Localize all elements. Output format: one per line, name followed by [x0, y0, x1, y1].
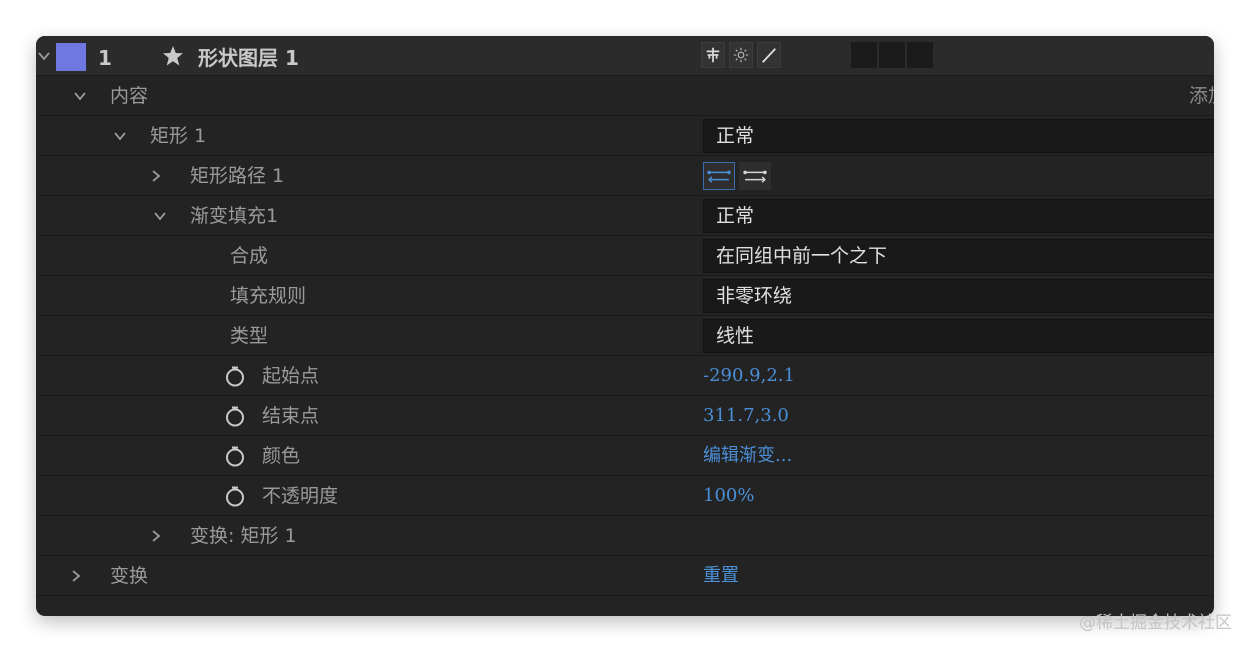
path-direction-reverse-icon[interactable]: [703, 162, 735, 190]
fill-rule-label: 填充规则: [230, 285, 307, 307]
fill-rule-row: 填充规则 非零环绕: [36, 276, 1214, 316]
contents-row[interactable]: 内容 添加: [36, 76, 1214, 116]
layer-row[interactable]: 1 形状图层 1: [36, 36, 1214, 76]
color-label: 颜色: [262, 445, 301, 467]
chevron-right-icon[interactable]: [148, 156, 164, 196]
transform-rect-label: 变换: 矩形 1: [190, 525, 297, 547]
switch-box[interactable]: [879, 42, 905, 68]
edit-gradient-link[interactable]: 编辑渐变...: [703, 436, 792, 476]
type-label: 类型: [230, 325, 269, 347]
stopwatch-icon[interactable]: [224, 445, 246, 467]
rectangle-row[interactable]: 矩形 1 正常: [36, 116, 1214, 156]
chevron-right-icon[interactable]: [68, 556, 84, 596]
layer-name[interactable]: 形状图层 1: [198, 36, 299, 76]
opacity-row: 不透明度 100%: [36, 476, 1214, 516]
stopwatch-icon[interactable]: [224, 485, 246, 507]
end-point-row: 结束点 311.7,3.0: [36, 396, 1214, 436]
type-select[interactable]: 线性: [703, 319, 1214, 353]
transform-rect-row[interactable]: 变换: 矩形 1: [36, 516, 1214, 556]
path-direction-forward-icon[interactable]: [739, 162, 771, 190]
start-point-value[interactable]: -290.9,2.1: [703, 356, 795, 396]
switch-box[interactable]: [851, 42, 877, 68]
contents-label: 内容: [110, 85, 149, 107]
stopwatch-icon[interactable]: [224, 365, 246, 387]
type-row: 类型 线性: [36, 316, 1214, 356]
star-icon: [161, 44, 185, 68]
sun-icon[interactable]: [729, 42, 753, 68]
end-point-label: 结束点: [262, 405, 320, 427]
rect-path-row[interactable]: 矩形路径 1: [36, 156, 1214, 196]
slash-icon[interactable]: [757, 42, 781, 68]
end-point-value[interactable]: 311.7,3.0: [703, 396, 789, 436]
gradient-fill-row[interactable]: 渐变填充1 正常: [36, 196, 1214, 236]
fill-rule-select[interactable]: 非零环绕: [703, 279, 1214, 313]
transform-label: 变换: [110, 565, 149, 587]
chevron-down-icon[interactable]: [36, 36, 52, 76]
blend-mode-select[interactable]: 正常: [703, 199, 1214, 233]
puppet-icon[interactable]: [701, 42, 725, 68]
start-point-label: 起始点: [262, 365, 320, 387]
stopwatch-icon[interactable]: [224, 405, 246, 427]
gradient-fill-label: 渐变填充1: [190, 205, 279, 227]
reset-link[interactable]: 重置: [703, 556, 739, 596]
opacity-label: 不透明度: [262, 485, 339, 507]
rectangle-label: 矩形 1: [150, 125, 207, 147]
composite-row: 合成 在同组中前一个之下: [36, 236, 1214, 276]
blend-mode-select[interactable]: 正常: [703, 119, 1214, 153]
watermark: @稀土掘金技术社区: [1079, 613, 1232, 633]
chevron-right-icon[interactable]: [148, 516, 164, 556]
chevron-down-icon[interactable]: [112, 116, 128, 156]
transform-row[interactable]: 变换 重置: [36, 556, 1214, 596]
composite-select[interactable]: 在同组中前一个之下: [703, 239, 1214, 273]
chevron-down-icon[interactable]: [72, 76, 88, 116]
start-point-row: 起始点 -290.9,2.1: [36, 356, 1214, 396]
rect-path-label: 矩形路径 1: [190, 165, 285, 187]
layer-number: 1: [98, 46, 112, 70]
add-button[interactable]: 添加: [1189, 76, 1214, 116]
timeline-panel: 1 形状图层 1 内容 添加 矩形 1 正常: [36, 36, 1214, 616]
opacity-value[interactable]: 100%: [703, 476, 754, 516]
switch-box[interactable]: [907, 42, 933, 68]
color-row: 颜色 编辑渐变...: [36, 436, 1214, 476]
chevron-down-icon[interactable]: [152, 196, 168, 236]
layer-color-swatch[interactable]: [56, 43, 86, 71]
composite-label: 合成: [230, 245, 269, 267]
